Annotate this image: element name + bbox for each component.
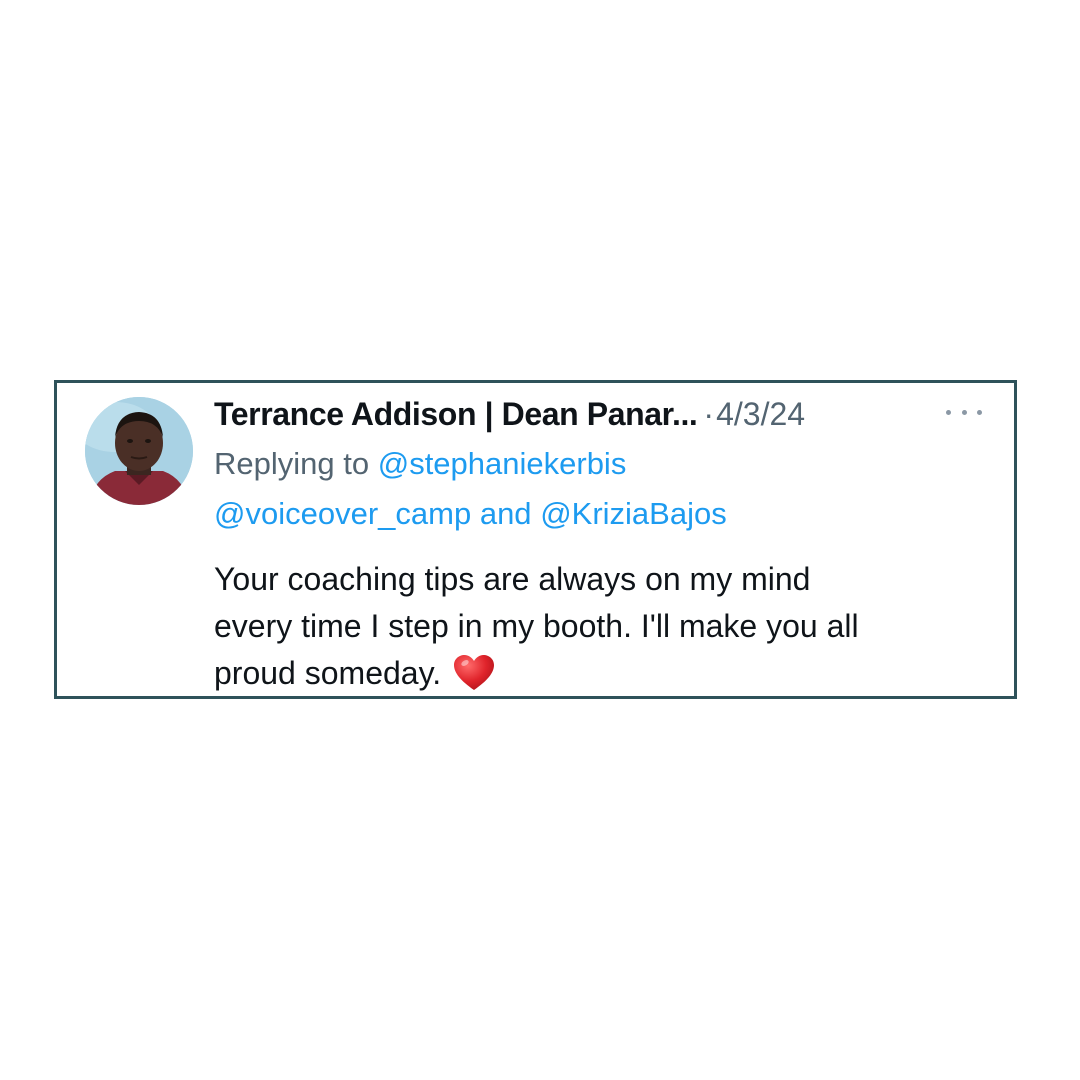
more-dot [977, 409, 982, 415]
avatar-photo [85, 397, 193, 505]
tweet-text: Your coaching tips are always on my mind… [214, 556, 994, 697]
more-dot [961, 409, 967, 415]
red-heart-icon [454, 655, 495, 690]
mention-kriziabajos[interactable]: @KriziaBajos [540, 496, 727, 531]
replying-to-conjunction: and [479, 496, 532, 531]
more-horizontal-icon[interactable] [946, 402, 982, 422]
mention-stephaniekerbis[interactable]: @stephaniekerbis [378, 446, 627, 481]
replying-to-line-2: @voiceover_camp and @KriziaBajos [214, 494, 727, 534]
display-name[interactable]: Terrance Addison | Dean Panar... [214, 396, 698, 432]
tweet-text-line: every time I step in my booth. I'll make… [214, 608, 859, 644]
avatar[interactable] [85, 397, 193, 505]
more-dot [946, 409, 951, 415]
tweet-text-last-line: proud someday. [214, 650, 994, 697]
tweet-card[interactable]: Terrance Addison | Dean Panar... ·4/3/24 … [54, 380, 1017, 699]
replying-to-label: Replying to [214, 446, 370, 481]
separator-dot: · [703, 396, 715, 432]
mention-voiceover-camp[interactable]: @voiceover_camp [214, 496, 471, 531]
tweet-text-line: proud someday. [214, 655, 442, 691]
timestamp[interactable]: 4/3/24 [716, 396, 805, 432]
tweet-text-line: Your coaching tips are always on my mind [214, 561, 811, 597]
replying-to-line: Replying to @stephaniekerbis [214, 444, 626, 484]
tweet-header: Terrance Addison | Dean Panar... ·4/3/24 [214, 394, 805, 434]
